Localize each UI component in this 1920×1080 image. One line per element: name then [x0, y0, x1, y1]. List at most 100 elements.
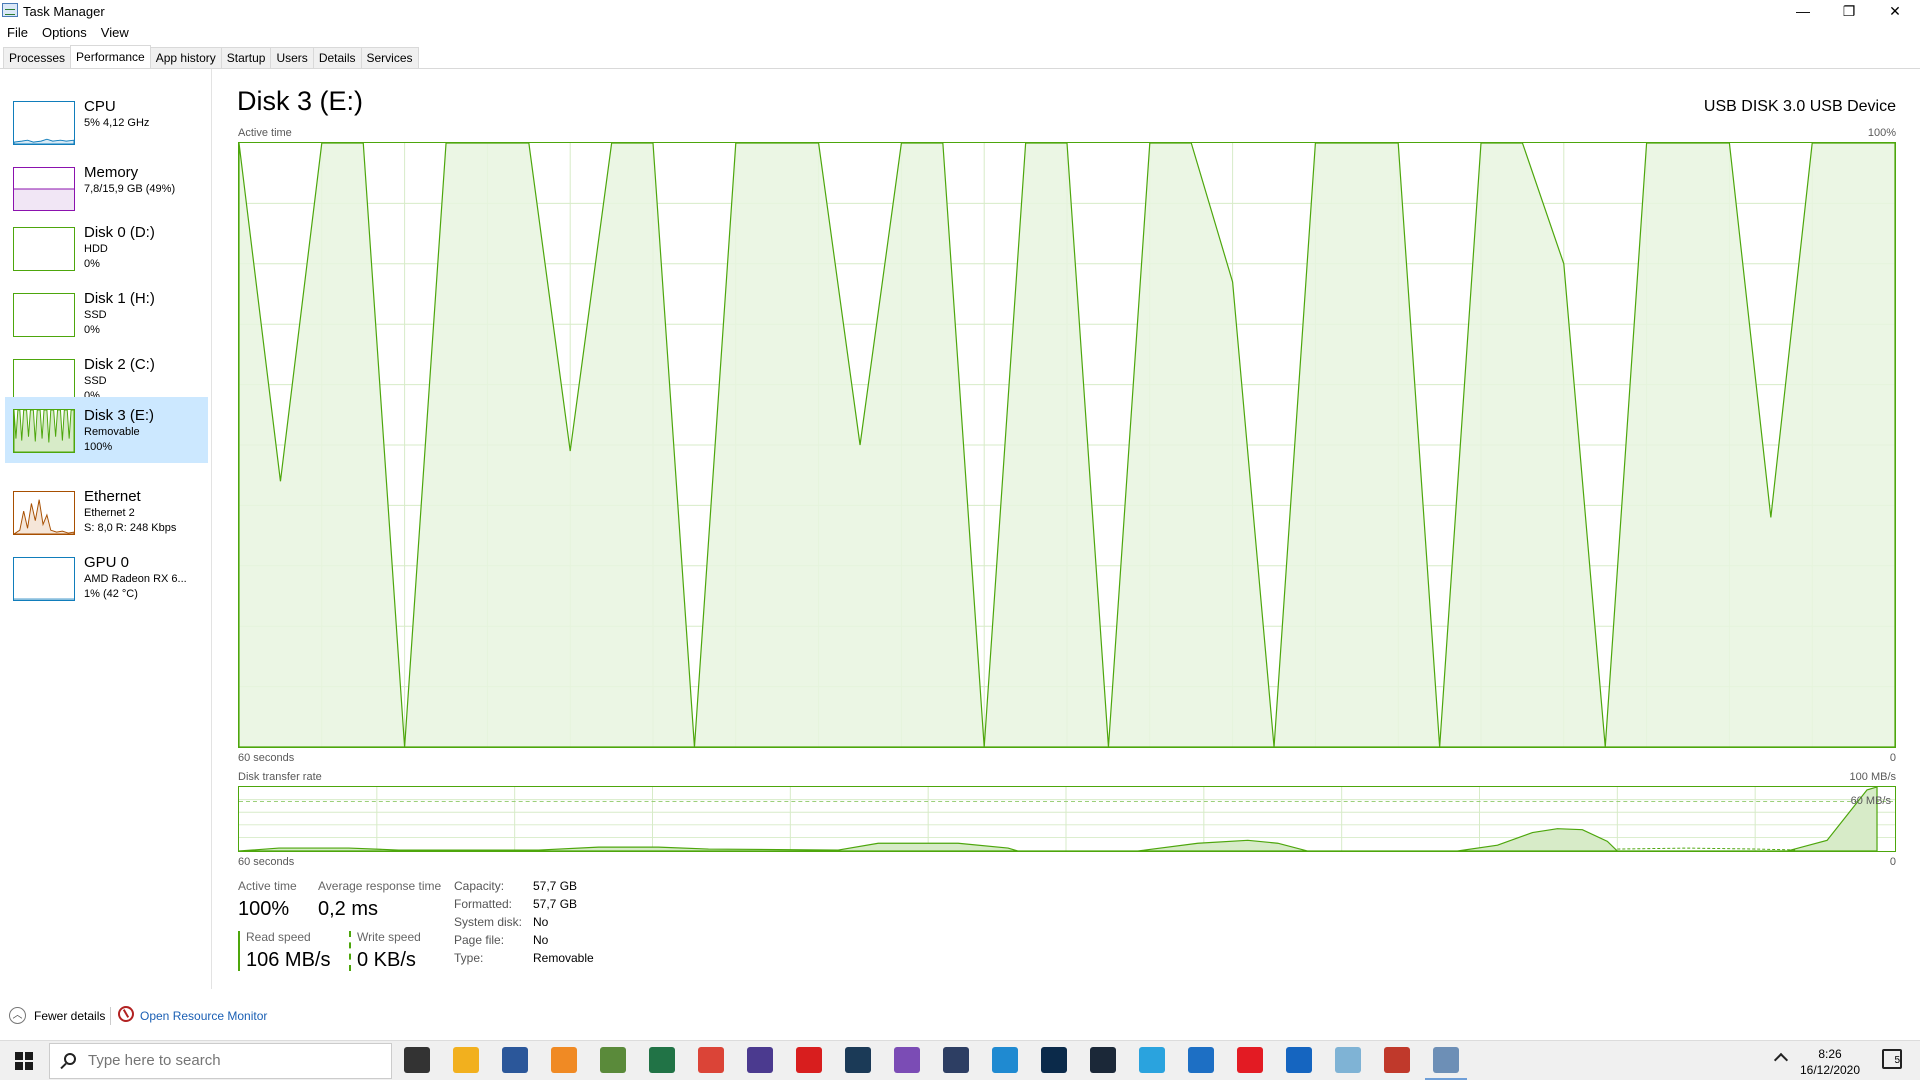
resource-monitor-icon	[118, 1006, 134, 1022]
tab-performance[interactable]: Performance	[70, 45, 151, 68]
sidebar-item-usage: 100%	[84, 441, 113, 453]
active-time-chart	[239, 143, 1895, 747]
transfer-rate-graph-span: 60 seconds	[238, 856, 295, 868]
sidebar-item-name: Disk 1 (H:)	[84, 290, 155, 307]
active-time-graph-label: Active time	[238, 127, 292, 139]
sidebar-item-type: SSD	[84, 309, 107, 321]
excel-icon[interactable]	[649, 1047, 675, 1073]
mail-icon[interactable]	[1188, 1047, 1214, 1073]
device-name: USB DISK 3.0 USB Device	[1703, 98, 1896, 115]
clock-date[interactable]: 16/12/2020	[1788, 1063, 1872, 1077]
search-icon	[64, 1053, 76, 1065]
maximize-button[interactable]: ❐	[1826, 0, 1872, 22]
sidebar-item-name: Disk 0 (D:)	[84, 224, 155, 241]
avg-response-label: Average response time	[318, 879, 442, 893]
type-value: Removable	[533, 951, 594, 965]
sidebar-item-ethernet[interactable]: Ethernet Ethernet 2 S: 8,0 R: 248 Kbps	[5, 472, 208, 538]
footer-bar: ︿ Fewer details Open Resource Monitor	[0, 1003, 1920, 1031]
title-bar: Task Manager — ❐ ✕	[0, 0, 1920, 22]
tab-startup[interactable]: Startup	[220, 47, 272, 68]
active-time-label: Active time	[238, 879, 297, 893]
edge-icon[interactable]	[992, 1047, 1018, 1073]
hardware-app-icon[interactable]	[1384, 1047, 1410, 1073]
sidebar-item-usage: 0%	[84, 324, 100, 336]
chevron-up-icon[interactable]: ︿	[9, 1007, 26, 1024]
sidebar-item-type: Removable	[84, 426, 140, 438]
active-time-series-line	[239, 143, 1895, 747]
formatted-label: Formatted:	[454, 897, 513, 911]
show-hidden-icons-chevron-icon[interactable]	[1773, 1052, 1789, 1068]
task-manager-icon[interactable]	[1425, 1047, 1467, 1080]
equalizer-app-icon[interactable]	[943, 1047, 969, 1073]
sidebar-item-name: CPU	[84, 98, 116, 115]
sidebar-item-usage: 0%	[84, 258, 100, 270]
game-app-icon[interactable]	[600, 1047, 626, 1073]
task-manager-window: Task Manager — ❐ ✕ File Options View Pro…	[0, 0, 1920, 1080]
page-file-value: No	[533, 933, 549, 947]
fewer-details-link[interactable]: Fewer details	[34, 1009, 105, 1023]
write-speed-indicator	[349, 931, 351, 971]
system-disk-label: System disk:	[454, 915, 523, 929]
file-explorer-icon[interactable]	[453, 1047, 479, 1073]
clock-time[interactable]: 8:26	[1788, 1047, 1872, 1061]
taskbar-search[interactable]	[49, 1043, 392, 1079]
red-app-icon[interactable]	[1237, 1047, 1263, 1073]
start-button[interactable]	[0, 1041, 48, 1080]
sidebar-item-type: HDD	[84, 243, 108, 255]
diamond-app-icon[interactable]	[894, 1047, 920, 1073]
tab-users[interactable]: Users	[270, 47, 314, 68]
sidebar-item-memory[interactable]: Memory 7,8/15,9 GB (49%)	[5, 148, 208, 214]
tab-details[interactable]: Details	[312, 47, 362, 68]
sidebar-item-cpu[interactable]: CPU 5% 4,12 GHz	[5, 82, 208, 148]
sidebar-item-disk-0[interactable]: Disk 0 (D:) HDD 0%	[5, 208, 208, 274]
media-player-icon[interactable]	[551, 1047, 577, 1073]
sidebar-item-usage: 1% (42 °C)	[84, 588, 138, 600]
gpu-mini-graph	[13, 557, 75, 601]
active-time-graph	[238, 142, 1896, 748]
close-button[interactable]: ✕	[1872, 0, 1918, 22]
sidebar-item-name: Memory	[84, 164, 139, 181]
menu-options[interactable]: Options	[35, 23, 94, 43]
notification-center-icon[interactable]: 5	[1882, 1049, 1902, 1069]
word-icon[interactable]	[502, 1047, 528, 1073]
tab-services[interactable]: Services	[360, 47, 419, 68]
dev-tool-icon[interactable]	[845, 1047, 871, 1073]
steam-icon[interactable]	[1090, 1047, 1116, 1073]
chrome-icon[interactable]	[698, 1047, 724, 1073]
page-file-label: Page file:	[454, 933, 505, 947]
sidebar-item-throughput: S: 8,0 R: 248 Kbps	[84, 522, 177, 534]
notes-app-icon[interactable]	[1335, 1047, 1361, 1073]
tab-processes[interactable]: Processes	[3, 47, 72, 68]
read-speed-indicator	[238, 931, 240, 971]
sidebar-item-disk-1[interactable]: Disk 1 (H:) SSD 0%	[5, 274, 208, 340]
telegram-icon[interactable]	[1139, 1047, 1165, 1073]
flash-app-icon[interactable]	[796, 1047, 822, 1073]
active-time-graph-max: 100%	[1867, 127, 1896, 139]
sidebar-item-type: SSD	[84, 375, 107, 387]
transfer-rate-graph-label: Disk transfer rate	[238, 771, 322, 783]
sidebar-item-disk-3[interactable]: Disk 3 (E:) Removable 100%	[5, 397, 208, 463]
tab-app-history[interactable]: App history	[149, 47, 222, 68]
task-view-icon[interactable]	[404, 1047, 430, 1073]
menu-file[interactable]: File	[0, 23, 35, 43]
photoshop-icon[interactable]	[1041, 1047, 1067, 1073]
transfer-rate-chart	[239, 787, 1895, 851]
read-speed-value: 106 MB/s	[246, 949, 331, 971]
sidebar-item-adapter: Ethernet 2	[84, 507, 135, 519]
open-resource-monitor-link[interactable]: Open Resource Monitor	[140, 1009, 267, 1023]
transfer-rate-graph-end: 0	[1889, 856, 1896, 868]
menu-view[interactable]: View	[94, 23, 136, 43]
photos-icon[interactable]	[1286, 1047, 1312, 1073]
page-title: Disk 3 (E:)	[237, 86, 364, 116]
tab-divider	[0, 68, 1920, 69]
tab-strip: Processes Performance App history Startu…	[3, 45, 419, 69]
sidebar-item-detail: 7,8/15,9 GB (49%)	[84, 183, 176, 195]
minimize-button[interactable]: —	[1780, 0, 1826, 22]
menu-bar: File Options View	[0, 23, 136, 43]
search-input[interactable]	[88, 1052, 378, 1069]
window-title: Task Manager	[23, 4, 105, 19]
sidebar-item-gpu[interactable]: GPU 0 AMD Radeon RX 6... 1% (42 °C)	[5, 538, 208, 604]
cpu-app-icon[interactable]	[747, 1047, 773, 1073]
write-speed-label: Write speed	[357, 930, 421, 944]
active-time-graph-end: 0	[1889, 752, 1896, 764]
